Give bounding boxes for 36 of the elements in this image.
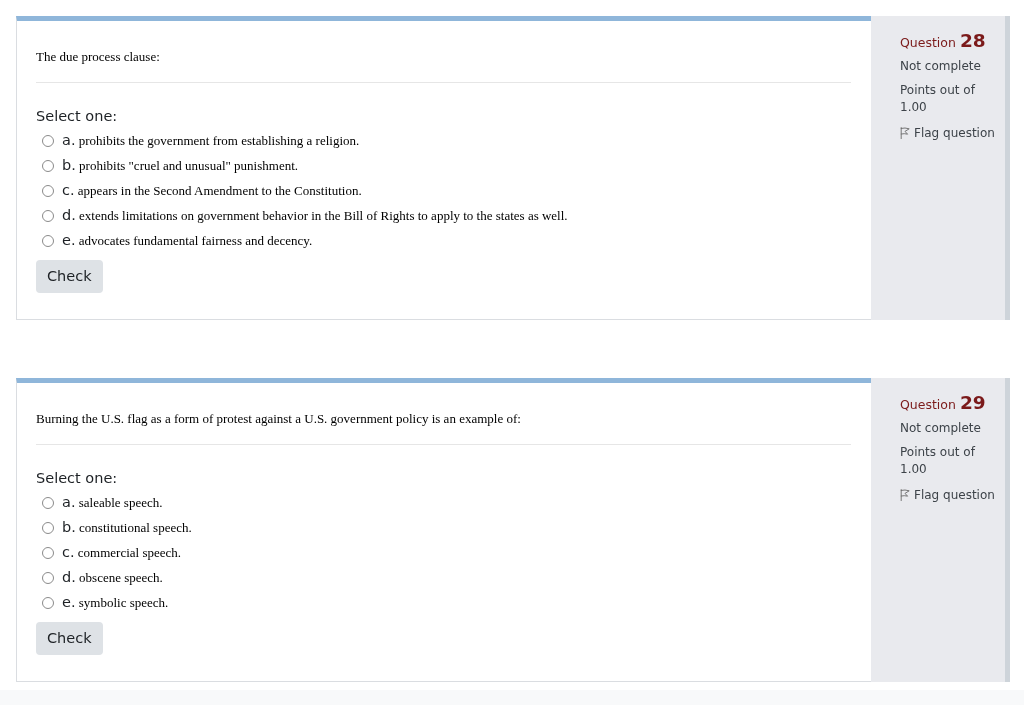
select-prompt: Select one: [36, 469, 118, 488]
flag-question-link[interactable]: Flag question [900, 487, 995, 503]
answer-option[interactable]: d. extends limitations on government behavior in the Bill of Rights to apply to the states as well. [62, 207, 568, 224]
answer-option[interactable]: e. symbolic speech. [62, 594, 169, 611]
check-button[interactable]: Check [36, 622, 103, 655]
answer-option[interactable]: c. appears in the Second Amendment to the Constitution. [62, 182, 362, 199]
answer-option[interactable]: b. constitutional speech. [62, 519, 192, 536]
answer-option[interactable]: e. advocates fundamental fairness and decency. [62, 232, 313, 249]
radio-button[interactable] [42, 234, 54, 247]
flag-question-link[interactable]: Flag question [900, 125, 995, 141]
answer-option[interactable]: a. prohibits the government from establishing a religion. [62, 132, 360, 149]
radio-button[interactable] [42, 521, 54, 534]
check-button[interactable]: Check [36, 260, 103, 293]
radio-button[interactable] [42, 571, 54, 584]
radio-button[interactable] [42, 596, 54, 609]
radio-button[interactable] [42, 134, 54, 147]
points-text: Points out of 1.00 [900, 82, 977, 116]
question-text: Burning the U.S. flag as a form of protest against a U.S. government policy is an example of: [36, 411, 521, 427]
answer-option[interactable]: d. obscene speech. [62, 569, 163, 586]
question-text: The due process clause: [36, 49, 160, 65]
select-prompt: Select one: [36, 107, 118, 126]
flag-icon [900, 489, 910, 501]
radio-button[interactable] [42, 496, 54, 509]
answer-option[interactable]: b. prohibits "cruel and unusual" punishment. [62, 157, 299, 174]
radio-button[interactable] [42, 184, 54, 197]
answer-option[interactable]: a. saleable speech. [62, 494, 163, 511]
answer-option[interactable]: c. commercial speech. [62, 544, 182, 561]
radio-button[interactable] [42, 159, 54, 172]
question-number: Question 28 [900, 30, 986, 53]
radio-button[interactable] [42, 546, 54, 559]
points-text: Points out of 1.00 [900, 444, 977, 478]
completion-status: Not complete [900, 420, 981, 436]
question-number: Question 29 [900, 392, 986, 415]
completion-status: Not complete [900, 58, 981, 74]
radio-button[interactable] [42, 209, 54, 222]
flag-icon [900, 127, 910, 139]
